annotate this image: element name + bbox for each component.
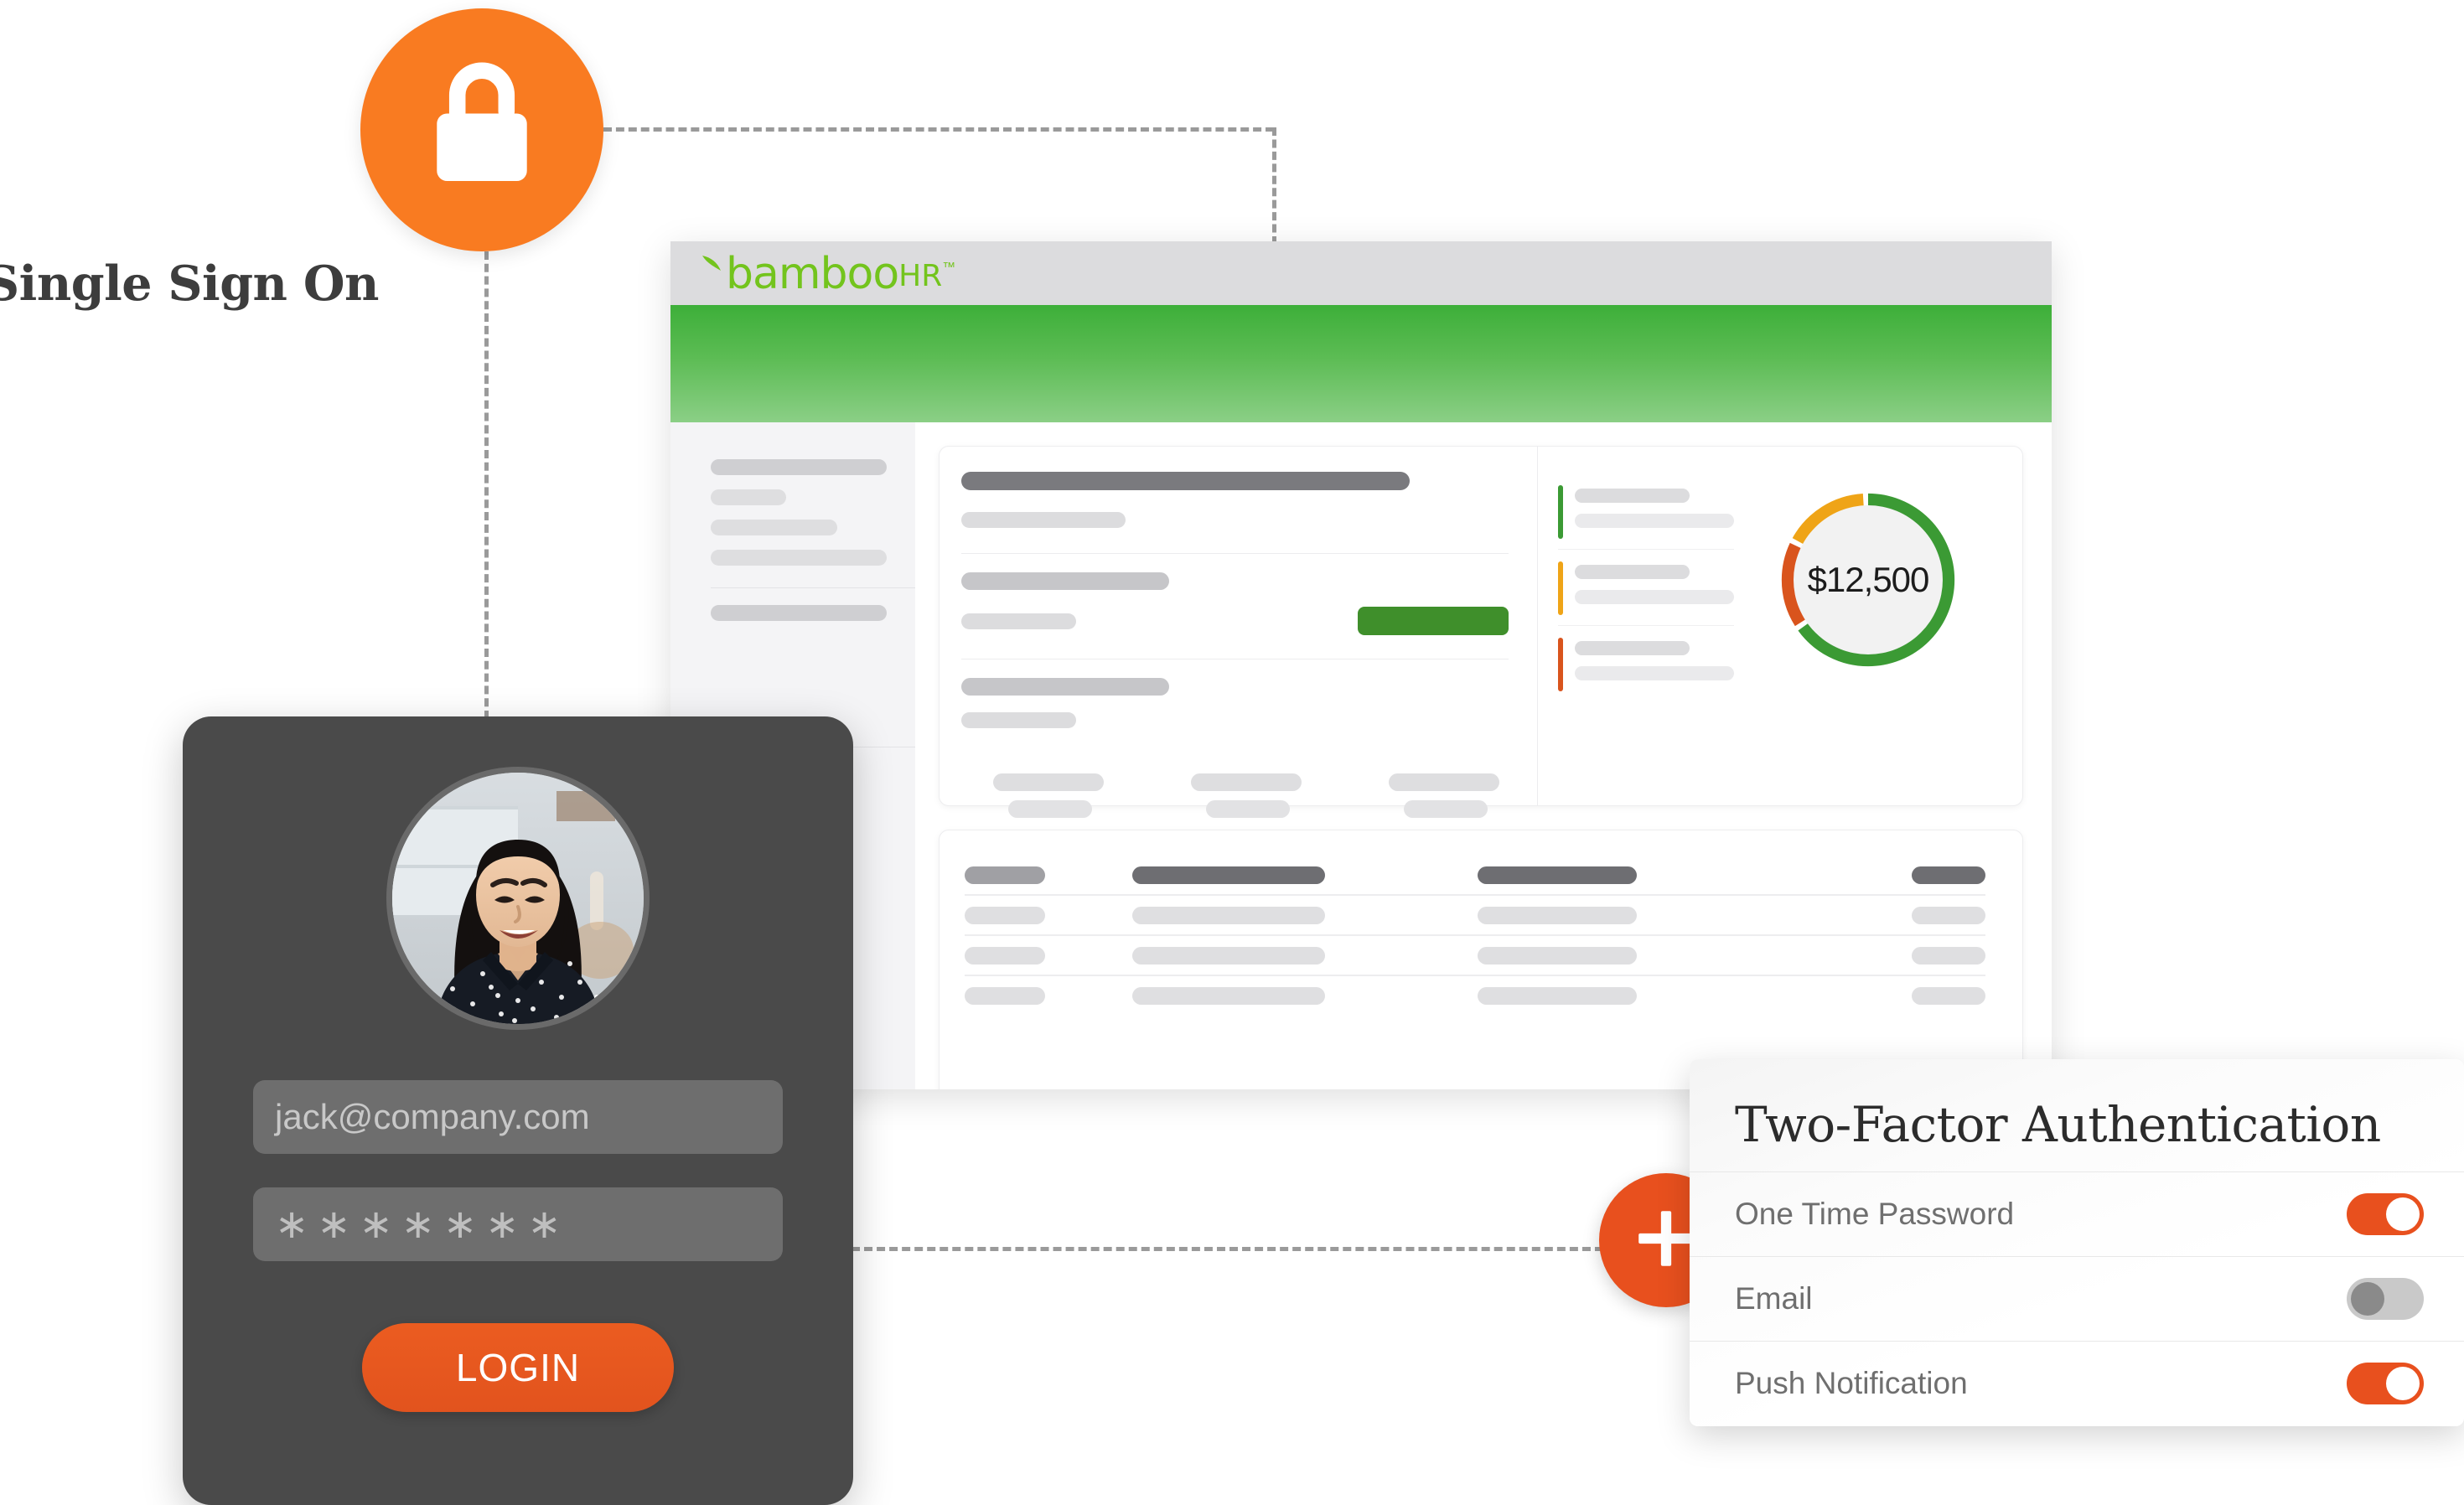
donut-value-label: $12,500 [1807,560,1930,599]
stat-block [993,773,1104,818]
login-button[interactable]: LOGIN [362,1323,674,1412]
two-factor-authentication-card: Two-Factor Authentication One Time Passw… [1690,1059,2464,1426]
sidebar-item-placeholder[interactable] [711,520,838,535]
card-subtitle-placeholder [961,512,1126,528]
table-cell [1912,946,1985,965]
sidebar-item-placeholder[interactable] [711,489,787,505]
connector-lock-to-login-vertical [484,251,489,719]
summary-status-chip [1358,607,1509,635]
legend-swatch-pending [1558,561,1563,615]
bamboohr-wordmark: bamboo [726,249,899,300]
table-header-cell [1912,866,1985,884]
table-header-cell [965,866,1045,884]
table-header-row [965,856,1985,894]
summary-chart-column: $12,500 [1537,447,2022,805]
sidebar-item-placeholder[interactable] [711,550,887,566]
summary-row-label [961,572,1170,590]
stat-block [1389,773,1499,818]
summary-divider [961,553,1509,554]
table-cell [1132,986,1325,1005]
one-time-password-toggle[interactable] [2347,1193,2424,1235]
brand-hero-band [670,305,2052,422]
bamboohr-logo[interactable]: bamboo HR ™ [701,251,955,296]
bamboohr-suffix: HR [898,259,943,293]
table-cell [1132,946,1325,965]
avatar [386,767,650,1030]
trademark-mark: ™ [942,261,956,275]
sidebar-group-primary [670,442,915,587]
legend-swatch-declined [1558,638,1563,691]
stat-block [1191,773,1302,818]
table-cell [1478,986,1637,1005]
login-form: jack@company.com ∗∗∗∗∗∗∗ [253,1080,783,1261]
table-row[interactable] [965,896,1985,934]
summary-detail-column [940,447,1537,818]
table-cell [1912,986,1985,1005]
legend-item [1558,558,1734,625]
single-sign-on-label: Single Sign On [0,256,379,312]
table-row[interactable] [965,936,1985,975]
legend-divider [1558,625,1734,626]
illustration-stage: Single Sign On bamboo HR ™ $12,500 jack@… [0,0,2464,1505]
push-notification-toggle[interactable] [2347,1363,2424,1404]
connector-login-to-plus-horizontal [852,1247,1616,1251]
card-title-placeholder [961,472,1411,490]
donut-center: $12,500 [1794,505,1943,654]
chart-legend [1558,482,1734,701]
dashboard-table-card [939,830,2023,1089]
bamboohr-dashboard-window: bamboo HR ™ $12,500 [670,241,2052,1089]
twofa-row-email[interactable]: Email [1690,1257,2464,1341]
twofa-label: Push Notification [1735,1366,1968,1400]
open-padlock-icon [419,60,545,199]
legend-item [1558,634,1734,701]
password-field[interactable]: ∗∗∗∗∗∗∗ [253,1187,783,1261]
dashboard-main: $12,500 [915,422,2052,1089]
table-cell [965,946,1045,965]
legend-swatch-approved [1558,485,1563,539]
donut-chart: $12,500 [1770,482,1966,678]
sidebar-group-secondary [670,588,915,643]
email-field[interactable]: jack@company.com [253,1080,783,1154]
single-sign-on-badge[interactable] [360,8,603,251]
sidebar-item-placeholder[interactable] [711,605,887,621]
table-row[interactable] [965,976,1985,1015]
table-cell [965,906,1045,924]
browser-chrome-bar: bamboo HR ™ [670,241,2052,305]
twofa-label: Email [1735,1281,1813,1316]
twofa-row-one-time-password[interactable]: One Time Password [1690,1172,2464,1256]
legend-divider [1558,549,1734,550]
bamboo-leaf-icon [701,251,729,279]
summary-row-value [961,613,1077,629]
legend-item [1558,482,1734,549]
email-toggle[interactable] [2347,1278,2424,1320]
login-card: jack@company.com ∗∗∗∗∗∗∗ LOGIN [183,716,853,1505]
table-header-cell [1478,866,1637,884]
summary-row-label [961,678,1170,696]
dashboard-body: $12,500 [670,422,2052,1089]
two-factor-title: Two-Factor Authentication [1735,1096,2381,1153]
table-header-cell [1132,866,1325,884]
summary-row-value [961,712,1077,728]
donut-chart-wrapper: $12,500 [1734,482,2002,711]
summary-stat-trio [961,773,1509,818]
sidebar-item-placeholder[interactable] [711,459,887,475]
twofa-label: One Time Password [1735,1197,2015,1231]
table-cell [1132,906,1325,924]
summary-card: $12,500 [939,446,2023,818]
connector-window-vertical [1272,127,1276,245]
table-cell [965,986,1045,1005]
table-cell [1478,906,1637,924]
connector-lock-to-window-horizontal [603,127,1274,132]
twofa-row-push-notification[interactable]: Push Notification [1690,1342,2464,1425]
table-cell [1478,946,1637,965]
table-cell [1912,906,1985,924]
